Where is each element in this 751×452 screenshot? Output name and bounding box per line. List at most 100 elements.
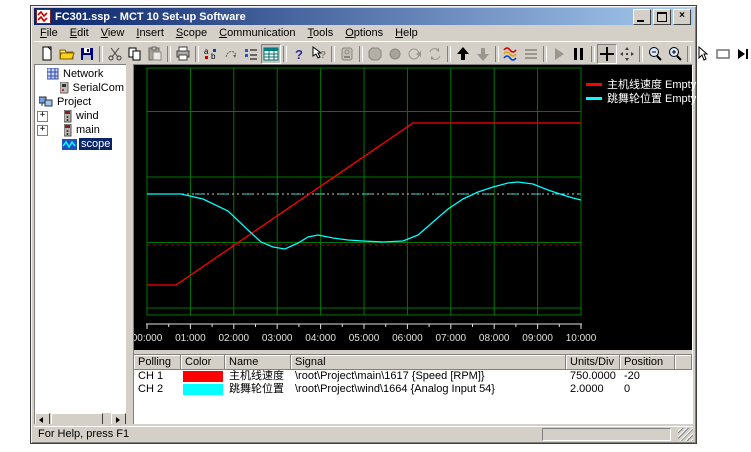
save-button[interactable]	[77, 44, 97, 64]
col-polling[interactable]: Polling	[134, 355, 181, 370]
menu-item-tools[interactable]: Tools	[302, 25, 340, 41]
toolbar-separator	[447, 46, 451, 62]
zoom-out-icon	[647, 46, 663, 62]
tree-item-main[interactable]: + main	[35, 123, 126, 137]
tree-item-serialcom[interactable]: SerialCom	[35, 81, 126, 95]
copy-button[interactable]	[125, 44, 145, 64]
status-bar: For Help, press F1	[34, 426, 693, 441]
move-down-button[interactable]	[473, 44, 493, 64]
new-button[interactable]	[37, 44, 57, 64]
menu-item-edit[interactable]: Edit	[64, 25, 95, 41]
scope-legend: 主机线速度 Empty 跳舞轮位置 Empty	[586, 77, 696, 105]
refresh-arrows-icon	[427, 46, 443, 62]
scope-chart[interactable]: 00:00001:00002:00003:00004:00005:00006:0…	[134, 65, 695, 350]
menu-item-file[interactable]: File	[34, 25, 64, 41]
refresh-button[interactable]	[425, 44, 445, 64]
new-page-icon	[39, 46, 55, 62]
select-cursor-button[interactable]	[693, 44, 713, 64]
device-arrow-button[interactable]	[405, 44, 425, 64]
x-axis-label: 05:000	[349, 333, 380, 344]
x-axis-label: 08:000	[479, 333, 510, 344]
signal-cell: \root\Project\wind\1664 {Analog Input 54…	[291, 383, 566, 396]
menu-item-options[interactable]: Options	[339, 25, 389, 41]
panel-splitter[interactable]	[126, 64, 133, 427]
resize-grip[interactable]	[678, 428, 693, 441]
show-curves-button[interactable]	[501, 44, 521, 64]
record-button[interactable]	[385, 44, 405, 64]
svg-text:a: a	[204, 47, 209, 56]
tree-item-wind[interactable]: + wind	[35, 109, 126, 123]
zoom-box-button[interactable]	[713, 44, 733, 64]
expand-icon[interactable]: +	[37, 125, 48, 136]
tracking-cursor-button[interactable]	[597, 44, 617, 64]
client-area: Network SerialCom Project + wind +	[34, 64, 693, 427]
start-polling-button[interactable]	[549, 44, 569, 64]
toolbar: ab ? ?	[34, 41, 693, 66]
move-up-button[interactable]	[453, 44, 473, 64]
units-div-cell: 750.0000	[566, 370, 620, 383]
tree-horizontal-scrollbar[interactable]	[35, 413, 126, 426]
device-button[interactable]	[337, 44, 357, 64]
show-lines-button[interactable]	[521, 44, 541, 64]
floppy-disk-icon	[79, 46, 95, 62]
title-bar[interactable]: FC301.ssp - MCT 10 Set-up Software ×	[34, 8, 693, 25]
zoom-out-button[interactable]	[645, 44, 665, 64]
toolbar-separator	[687, 46, 691, 62]
paste-button[interactable]	[145, 44, 165, 64]
minimize-button[interactable]	[633, 9, 651, 25]
menu-bar: FileEditViewInsertScopeCommunicationTool…	[34, 25, 693, 41]
network-definitions-button[interactable]: ab	[201, 44, 221, 64]
go-to-end-button[interactable]	[733, 44, 751, 64]
menu-item-communication[interactable]: Communication	[213, 25, 301, 41]
drive-icon	[64, 110, 72, 123]
expand-icon[interactable]: +	[37, 111, 48, 122]
menu-item-insert[interactable]: Insert	[130, 25, 170, 41]
col-color[interactable]: Color	[181, 355, 225, 370]
open-button[interactable]	[57, 44, 77, 64]
x-axis-label: 04:000	[305, 333, 336, 344]
position-cell: 0	[620, 383, 675, 396]
pan-button[interactable]	[617, 44, 637, 64]
x-axis-label: 01:000	[175, 333, 206, 344]
table-grid-icon	[263, 46, 279, 62]
channel-color-swatch	[183, 371, 223, 382]
project-icon	[39, 96, 53, 108]
close-button[interactable]: ×	[673, 9, 691, 25]
loop-icon	[223, 46, 239, 62]
ch2-legend-label: 跳舞轮位置 Empty	[607, 90, 696, 106]
toolbar-separator	[331, 46, 335, 62]
legend-item-ch1: 主机线速度 Empty	[586, 77, 696, 91]
maximize-button[interactable]	[653, 9, 671, 25]
tree-item-scope[interactable]: scope	[35, 137, 126, 151]
cursor-arrow-icon	[695, 46, 711, 62]
menu-item-help[interactable]: Help	[389, 25, 424, 41]
tree-item-project[interactable]: Project	[35, 95, 126, 109]
table-row-ch2[interactable]: CH 2跳舞轮位置\root\Project\wind\1664 {Analog…	[134, 383, 692, 396]
menu-item-view[interactable]: View	[95, 25, 131, 41]
col-units-div[interactable]: Units/Div	[566, 355, 620, 370]
name-cell: 跳舞轮位置	[225, 383, 291, 396]
open-folder-icon	[59, 46, 75, 62]
tree-label: main	[74, 124, 102, 136]
print-button[interactable]	[173, 44, 193, 64]
table-view-button[interactable]	[261, 44, 281, 64]
loop-points-button[interactable]	[221, 44, 241, 64]
col-name[interactable]: Name	[225, 355, 291, 370]
channel-table-header: Polling Color Name Signal Units/Div Posi…	[134, 355, 692, 370]
x-axis-label: 02:000	[219, 333, 250, 344]
menu-item-scope[interactable]: Scope	[170, 25, 213, 41]
cut-button[interactable]	[105, 44, 125, 64]
scope-chart-area[interactable]: 00:00001:00002:00003:00004:00005:00006:0…	[134, 65, 692, 350]
zoom-in-button[interactable]	[665, 44, 685, 64]
table-row-ch1[interactable]: CH 1主机线速度\root\Project\main\1617 {Speed …	[134, 370, 692, 383]
tree-item-network[interactable]: Network	[35, 67, 126, 81]
pause-polling-button[interactable]	[569, 44, 589, 64]
tree-label: wind	[74, 110, 101, 122]
col-position[interactable]: Position	[620, 355, 675, 370]
context-help-button[interactable]: ?	[309, 44, 329, 64]
col-signal[interactable]: Signal	[291, 355, 566, 370]
device-icon	[339, 46, 355, 62]
help-button[interactable]: ?	[289, 44, 309, 64]
stop-sign-button[interactable]	[365, 44, 385, 64]
list-view-button[interactable]	[241, 44, 261, 64]
